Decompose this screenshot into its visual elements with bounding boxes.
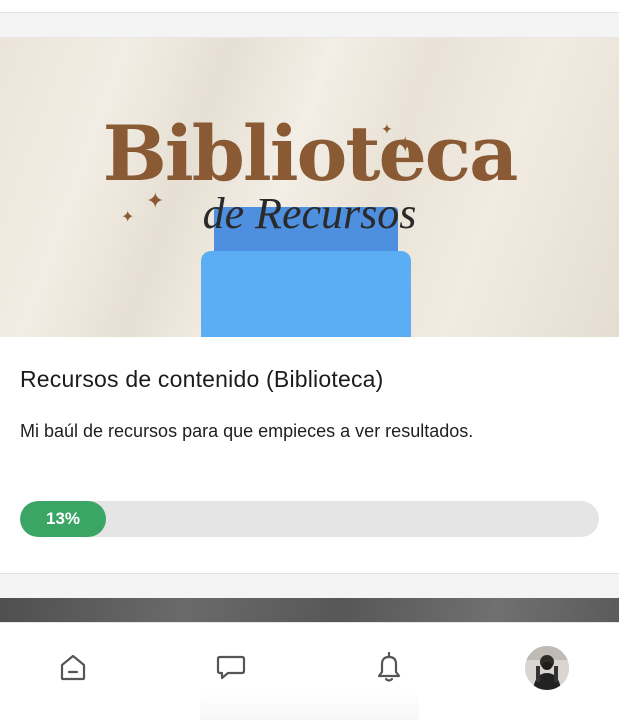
next-course-cover[interactable] [0, 598, 619, 624]
nav-chat-button[interactable] [211, 647, 251, 687]
cover-shape-front [201, 251, 411, 337]
course-card[interactable]: ✦ ✦ ✦ ✦ Biblioteca de Recursos Recursos … [0, 37, 619, 574]
nav-home-button[interactable] [53, 647, 93, 687]
nav-notifications-button[interactable] [369, 647, 409, 687]
course-description: Mi baúl de recursos para que empieces a … [20, 421, 474, 441]
avatar-photo [525, 646, 569, 690]
bell-icon [377, 651, 401, 682]
course-title[interactable]: Recursos de contenido (Biblioteca) [20, 366, 384, 393]
chat-icon [216, 655, 246, 680]
home-icon [60, 654, 86, 681]
cover-subtitle: de Recursos [202, 189, 417, 238]
profile-avatar[interactable] [525, 646, 569, 690]
system-home-indicator [200, 690, 419, 720]
cover-title: Biblioteca [102, 109, 519, 198]
previous-card-edge [0, 0, 619, 13]
course-cover-image: ✦ ✦ ✦ ✦ Biblioteca de Recursos [0, 38, 619, 337]
progress-label: 13% [45, 509, 81, 528]
progress-bar: 13% [20, 501, 599, 537]
progress-fill: 13% [20, 501, 106, 537]
